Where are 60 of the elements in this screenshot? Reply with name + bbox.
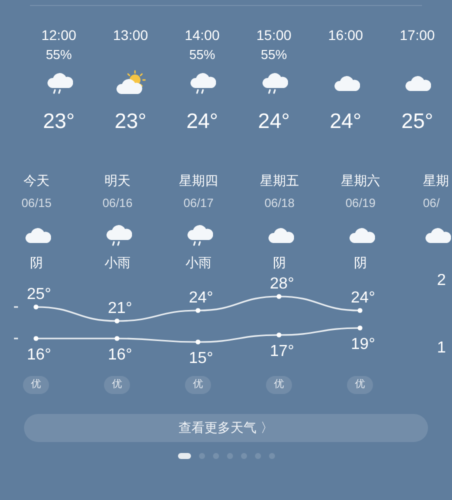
high-temperature: 2 <box>437 274 446 289</box>
low-temperature: 17° <box>270 343 294 360</box>
high-temperature: 25° <box>26 286 52 303</box>
point <box>358 326 362 330</box>
point <box>34 304 38 310</box>
hour-label: 13:00 <box>113 26 148 45</box>
weather-condition: 小雨 <box>104 255 130 270</box>
high-temperature: 24° <box>350 290 376 306</box>
high-temperature: 28° <box>270 276 294 292</box>
day-label: 星期四 <box>179 172 218 190</box>
day-label: 今天 <box>24 172 50 190</box>
point <box>276 294 282 299</box>
low-temperature: 16° <box>26 346 52 364</box>
day-label: 星期六 <box>341 172 380 190</box>
date-label: 06/15 <box>21 195 52 212</box>
weather-condition: 阴 <box>354 255 367 270</box>
point <box>34 336 38 341</box>
point <box>196 308 200 313</box>
high-temperature: 21° <box>108 300 132 317</box>
point <box>114 336 120 341</box>
more-weather-button[interactable]: 查看更多天气 〉 <box>24 414 428 442</box>
hour-label: 14:00 <box>184 26 220 45</box>
precipitation-chance: 55% <box>260 47 287 62</box>
hourly-temperature: 23° <box>114 109 146 135</box>
day-label: 星期五 <box>260 172 299 190</box>
date-label: 06/17 <box>183 195 214 212</box>
date-label: 06/19 <box>345 195 376 212</box>
low-temperature: 1 <box>437 340 446 356</box>
precipitation-chance: 55% <box>189 47 216 62</box>
air-quality-badge: 优 <box>23 376 49 394</box>
air-quality-badge: 优 <box>185 376 211 394</box>
point <box>196 340 200 344</box>
hour-label: 15:00 <box>256 26 292 45</box>
hourly-temperature: 25° <box>401 109 434 135</box>
low-temperature: 19° <box>350 336 376 353</box>
precipitation-chance: 55% <box>46 47 72 62</box>
hourly-temperature: 24° <box>258 109 290 135</box>
low-temperature: 15° <box>188 350 214 367</box>
point <box>276 332 282 338</box>
air-quality-badge: 优 <box>347 376 373 394</box>
point <box>114 318 120 324</box>
date-label: 06/16 <box>102 195 133 212</box>
date-label: 06/ <box>423 195 440 212</box>
air-quality-badge: 优 <box>104 376 130 394</box>
day-label: 星期 <box>423 172 449 190</box>
hour-label: 12:00 <box>41 26 76 45</box>
air-quality-badge: 优 <box>266 376 292 394</box>
day-label: 明天 <box>104 172 130 190</box>
weather-condition: 小雨 <box>186 255 212 270</box>
hourly-temperature: 24° <box>330 109 362 135</box>
hour-label: 17:00 <box>400 26 435 45</box>
point <box>358 308 362 313</box>
high-temperature: 24° <box>188 290 214 306</box>
weather-condition: 阴 <box>30 255 43 270</box>
weather-condition: 阴 <box>273 255 286 270</box>
hourly-temperature: 23° <box>42 109 75 135</box>
hour-label: 16:00 <box>328 26 364 45</box>
hourly-temperature: 24° <box>186 109 218 135</box>
low-temperature: 16° <box>108 346 132 364</box>
date-label: 06/18 <box>264 195 295 212</box>
